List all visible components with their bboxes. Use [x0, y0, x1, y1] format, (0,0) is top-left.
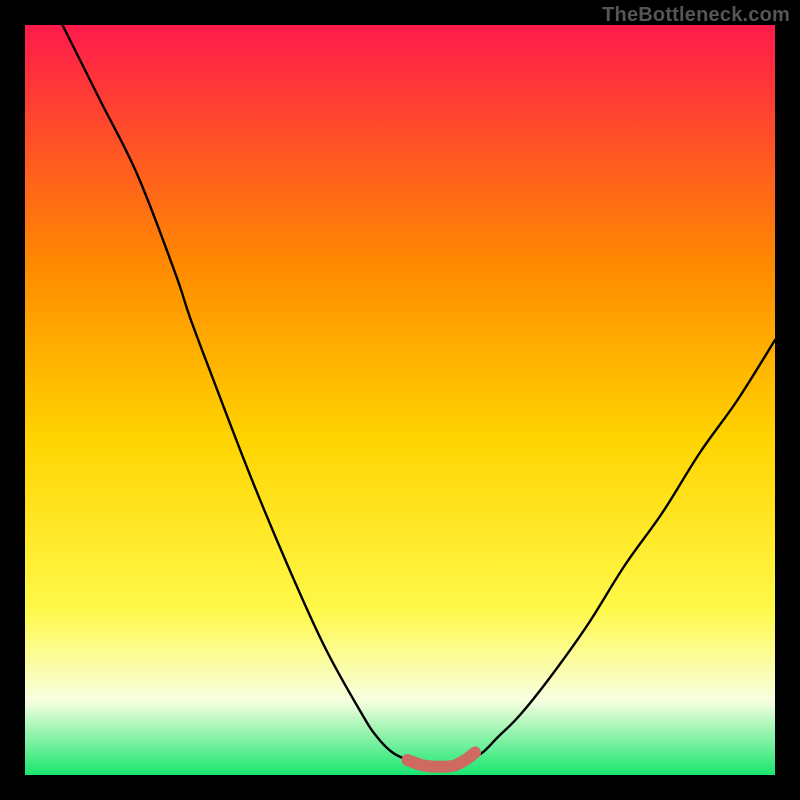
chart-frame: TheBottleneck.com	[0, 0, 800, 800]
chart-svg	[25, 25, 775, 775]
gradient-background	[25, 25, 775, 775]
chart-plot-area	[25, 25, 775, 775]
attribution-text: TheBottleneck.com	[602, 4, 790, 27]
